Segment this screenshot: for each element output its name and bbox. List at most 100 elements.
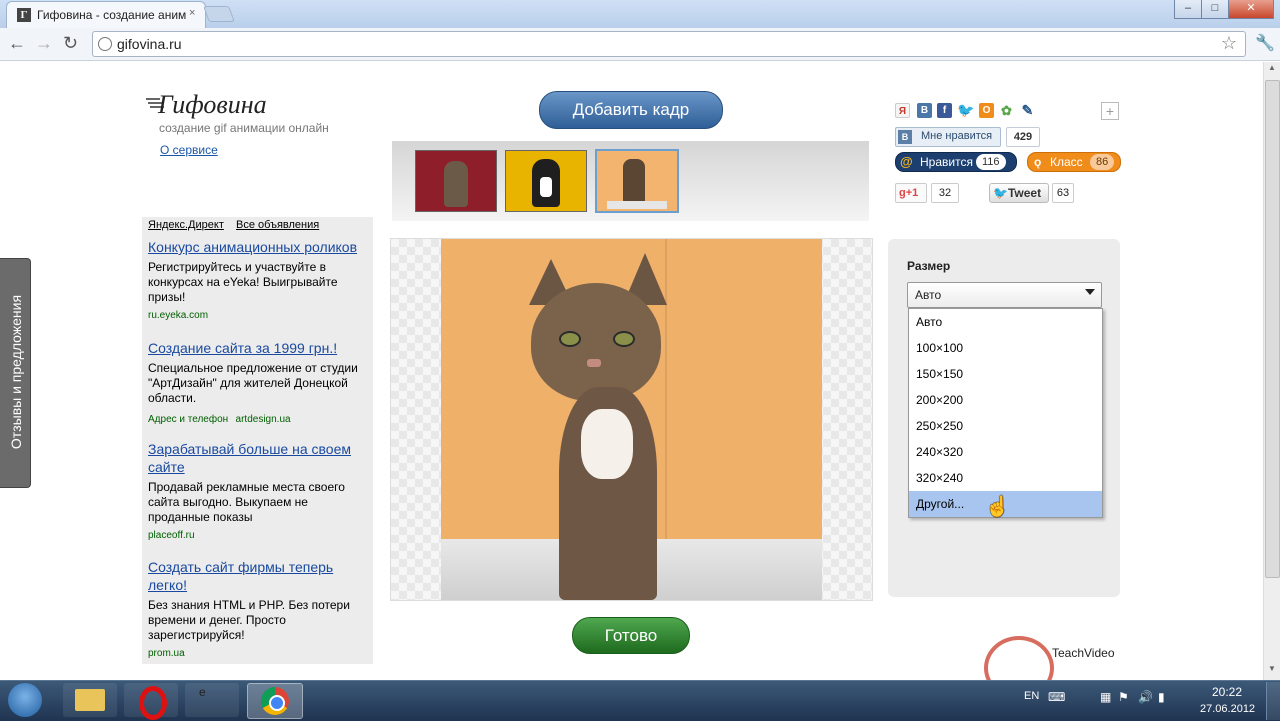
ad-url[interactable]: artdesign.ua (236, 414, 291, 425)
url-text: gifovina.ru (117, 36, 182, 52)
mail-like-count: 116 (976, 154, 1006, 170)
size-option[interactable]: 320×240 (909, 465, 1102, 491)
opera-taskbar-icon[interactable] (124, 683, 178, 720)
bookmark-star-icon[interactable]: ☆ (1221, 33, 1237, 54)
ad-url[interactable]: ru.eyeka.com (148, 310, 370, 321)
browser-tab[interactable]: Г Гифовина - создание аним × (6, 1, 206, 29)
vk-icon: B (898, 130, 912, 144)
wrench-menu-icon[interactable]: 🔧 (1255, 33, 1275, 53)
clock-date[interactable]: 27.06.2012 (1200, 703, 1255, 715)
more-share-icon[interactable]: + (1101, 102, 1119, 120)
new-tab-button[interactable] (203, 6, 235, 22)
size-option[interactable]: Авто (909, 309, 1102, 335)
ad-address-link[interactable]: Адрес и телефон (148, 414, 228, 425)
feedback-tab[interactable]: Отзывы и предложения (0, 258, 31, 488)
cat-right-eye (613, 331, 635, 347)
all-ads-link[interactable]: Все объявления (236, 219, 319, 231)
tweet-button[interactable]: 🐦Tweet (989, 183, 1049, 203)
scroll-up-icon[interactable]: ▲ (1268, 63, 1276, 72)
cat-chest (540, 177, 552, 197)
vk-icon[interactable]: B (917, 103, 932, 118)
ad-title[interactable]: Зарабатывай больше на своем сайте (148, 440, 370, 476)
moimir-icon[interactable]: ✿ (999, 103, 1014, 118)
ad-text: Регистрируйтесь и участвуйте в конкурсах… (148, 260, 338, 304)
show-desktop-button[interactable] (1266, 682, 1280, 720)
reload-icon[interactable]: ↻ (63, 33, 78, 54)
size-option[interactable]: 200×200 (909, 387, 1102, 413)
gplus-button[interactable]: g+1 (895, 183, 927, 203)
done-button[interactable]: Готово (572, 617, 690, 654)
ad-text: Специальное предложение от студии "АртДи… (148, 361, 358, 405)
chrome-icon (261, 687, 289, 715)
tab-title: Гифовина - создание аним (37, 8, 187, 22)
close-window-button[interactable]: ✕ (1228, 0, 1274, 19)
odnoklassniki-icon[interactable]: Я (895, 103, 910, 118)
ok-icon: ǫ (1034, 155, 1042, 169)
gplus-count: 32 (931, 183, 959, 203)
vk-like-count: 429 (1006, 127, 1040, 147)
gplus-icon: g (899, 187, 906, 199)
minimize-button[interactable]: – (1174, 0, 1202, 19)
livejournal-icon[interactable]: ✎ (1020, 103, 1035, 118)
address-bar[interactable]: gifovina.ru ☆ (92, 31, 1246, 57)
frame-thumbnail[interactable] (505, 150, 587, 212)
twitter-icon[interactable]: 🐦 (957, 103, 974, 118)
cat-image-icon (444, 161, 468, 207)
chrome-icon-center (269, 695, 285, 711)
site-tagline: создание gif анимации онлайн (159, 121, 329, 135)
ad-title[interactable]: Создать сайт фирмы теперь легко! (148, 558, 370, 594)
ie-taskbar-icon[interactable]: e (185, 683, 239, 717)
preview-image (441, 239, 822, 600)
ad-title[interactable]: Конкурс анимационных роликов (148, 238, 370, 256)
flag-icon[interactable]: ⚑ (1118, 690, 1129, 704)
twitter-icon: 🐦 (993, 186, 1008, 200)
scrollbar-thumb[interactable] (1265, 80, 1280, 578)
chrome-taskbar-icon[interactable] (247, 683, 303, 719)
gplus-label: +1 (905, 187, 919, 199)
feedback-label: Отзывы и предложения (8, 294, 24, 450)
ok-icon[interactable]: О (979, 103, 994, 118)
explorer-taskbar-icon[interactable] (63, 683, 117, 717)
ad-item: Зарабатывай больше на своем сайте Продав… (148, 440, 370, 541)
ie-icon: e (199, 685, 206, 699)
clock-time[interactable]: 20:22 (1212, 685, 1242, 699)
size-label: Размер (907, 259, 951, 273)
ok-class-label: Класс (1050, 155, 1083, 169)
frame-thumbnail-selected[interactable] (595, 149, 679, 213)
cat-head (531, 283, 661, 401)
gif-preview (390, 238, 873, 601)
ad-url[interactable]: placeoff.ru (148, 530, 370, 541)
back-icon[interactable]: ← (8, 33, 26, 54)
language-indicator[interactable]: EN (1024, 690, 1039, 702)
mail-like-button[interactable]: @ Нравится 116 (895, 152, 1017, 172)
ad-item: Конкурс анимационных роликов Регистрируй… (148, 238, 370, 321)
vk-like-button[interactable]: B Мне нравится (895, 127, 1001, 147)
ad-text: Продавай рекламные места своего сайта вы… (148, 480, 345, 524)
start-button-icon[interactable] (8, 683, 42, 717)
size-option[interactable]: 250×250 (909, 413, 1102, 439)
maximize-button[interactable]: □ (1201, 0, 1229, 19)
frame-thumbnail[interactable] (415, 150, 497, 212)
ad-title[interactable]: Создание сайта за 1999 грн.! (148, 339, 370, 357)
facebook-icon[interactable]: f (937, 103, 952, 118)
network-icon[interactable]: ▦ (1100, 690, 1111, 704)
mailru-icon: @ (900, 154, 913, 169)
power-icon[interactable]: ▮ (1158, 690, 1165, 704)
size-option[interactable]: 240×320 (909, 439, 1102, 465)
close-tab-icon[interactable]: × (189, 7, 195, 19)
cat-image-icon (623, 159, 645, 203)
size-select[interactable]: Авто (907, 282, 1102, 308)
size-option[interactable]: 100×100 (909, 335, 1102, 361)
about-link[interactable]: О сервисе (160, 143, 218, 157)
yandex-direct-link[interactable]: Яндекс.Директ (148, 219, 224, 231)
add-frame-button[interactable]: Добавить кадр (539, 91, 723, 129)
size-option[interactable]: 150×150 (909, 361, 1102, 387)
site-logo[interactable]: Гифовина (158, 90, 267, 120)
ok-class-button[interactable]: ǫ Класс 86 (1027, 152, 1121, 172)
tweet-label: Tweet (1007, 186, 1042, 200)
volume-icon[interactable]: 🔊 (1138, 690, 1153, 704)
forward-icon[interactable]: → (35, 33, 53, 54)
ad-url[interactable]: prom.ua (148, 648, 370, 659)
scroll-down-icon[interactable]: ▼ (1268, 664, 1276, 673)
keyboard-icon[interactable]: ⌨ (1048, 690, 1065, 704)
